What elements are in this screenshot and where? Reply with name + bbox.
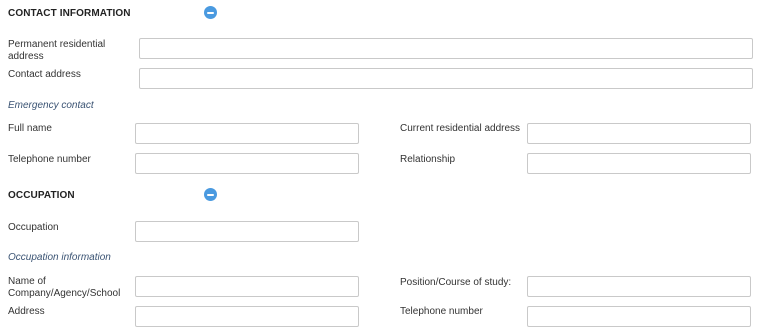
current-address-label: Current residential address [400, 123, 521, 134]
minus-circle-icon [207, 193, 214, 196]
contact-section-title: CONTACT INFORMATION [8, 8, 131, 19]
full-name-input[interactable] [135, 123, 359, 144]
occupation-telephone-label: Telephone number [400, 306, 483, 317]
occupation-address-input[interactable] [135, 306, 359, 327]
contact-address-input[interactable] [139, 68, 753, 89]
full-name-label: Full name [8, 123, 52, 134]
permanent-address-label: Permanent residential address [8, 39, 106, 62]
position-course-label: Position/Course of study: [400, 277, 512, 288]
position-course-input[interactable] [527, 276, 751, 297]
occupation-information-heading: Occupation information [8, 252, 111, 263]
contact-address-label: Contact address [8, 69, 81, 80]
occupation-section-title: OCCUPATION [8, 190, 75, 201]
occupation-address-label: Address [8, 306, 45, 317]
occupation-telephone-input[interactable] [527, 306, 751, 327]
telephone-input[interactable] [135, 153, 359, 174]
emergency-contact-heading: Emergency contact [8, 100, 94, 111]
minus-circle-icon [207, 11, 214, 14]
relationship-label: Relationship [400, 154, 456, 165]
occupation-label: Occupation [8, 222, 59, 233]
contact-collapse-button[interactable] [204, 6, 217, 19]
permanent-address-input[interactable] [139, 38, 753, 59]
company-name-label: Name of Company/Agency/School [8, 276, 121, 299]
occupation-input[interactable] [135, 221, 359, 242]
telephone-label: Telephone number [8, 154, 91, 165]
occupation-collapse-button[interactable] [204, 188, 217, 201]
relationship-input[interactable] [527, 153, 751, 174]
company-name-input[interactable] [135, 276, 359, 297]
current-address-input[interactable] [527, 123, 751, 144]
